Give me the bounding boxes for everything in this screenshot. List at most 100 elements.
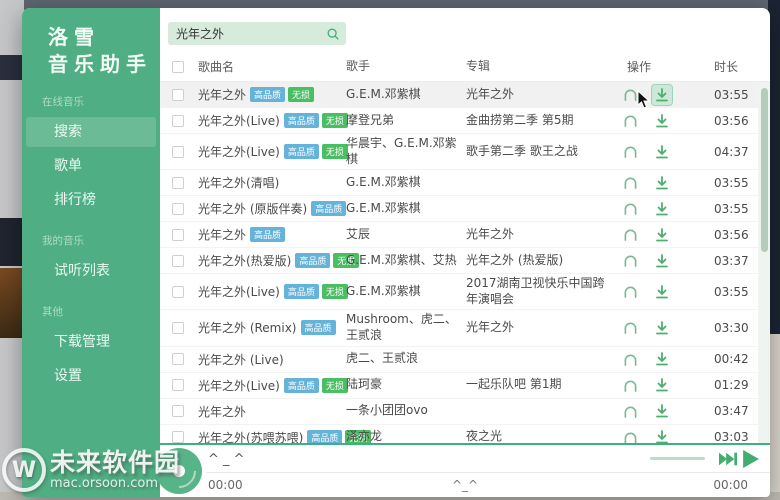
volume-slider[interactable] bbox=[650, 457, 705, 460]
row-checkbox[interactable] bbox=[172, 405, 184, 418]
table-header: 歌曲名 歌手 专辑 操作 时长 bbox=[160, 52, 770, 82]
table-row[interactable]: 光年之外 一条小团团ovo 03:47 bbox=[160, 399, 770, 425]
download-button[interactable] bbox=[651, 83, 673, 106]
table-row[interactable]: 光年之外(Live) 高品质 无损 华晨宇、G.E.M.邓紫棋 歌手第二季 歌王之… bbox=[160, 134, 770, 171]
listen-button[interactable] bbox=[620, 225, 640, 245]
row-checkbox[interactable] bbox=[172, 202, 184, 215]
artist-name: 虎二、王贰浪 bbox=[346, 351, 419, 366]
row-checkbox[interactable] bbox=[172, 145, 184, 158]
sidebar-item-playlists[interactable]: 歌单 bbox=[26, 151, 156, 181]
download-button[interactable] bbox=[652, 199, 672, 219]
listen-button[interactable] bbox=[620, 282, 640, 302]
duration: 03:37 bbox=[714, 253, 749, 268]
listen-button[interactable] bbox=[620, 142, 640, 162]
row-checkbox[interactable] bbox=[172, 228, 184, 241]
song-name: 光年之外(Live) bbox=[198, 114, 280, 128]
search-icon[interactable] bbox=[326, 27, 346, 41]
table-row[interactable]: 光年之外 高品质 艾辰 光年之外 03:56 bbox=[160, 222, 770, 249]
song-name: 光年之外(清唱) bbox=[198, 176, 280, 191]
listen-button[interactable] bbox=[620, 199, 640, 219]
row-checkbox[interactable] bbox=[172, 431, 184, 443]
download-button[interactable] bbox=[652, 225, 672, 245]
song-name: 光年之外(Live) bbox=[198, 285, 280, 300]
sidebar-item-download-manager[interactable]: 下载管理 bbox=[26, 327, 156, 357]
table-row[interactable]: 光年之外 (Remix) 高品质 Mushroom、虎二、王贰浪 光年之外 03… bbox=[160, 310, 770, 347]
row-checkbox[interactable] bbox=[172, 379, 184, 392]
select-all-checkbox[interactable] bbox=[172, 60, 184, 73]
row-checkbox[interactable] bbox=[172, 353, 184, 366]
listen-button[interactable] bbox=[620, 427, 640, 443]
artist-name: G.E.M.邓紫棋 bbox=[346, 200, 421, 215]
download-button[interactable] bbox=[652, 349, 672, 369]
desktop-fragment bbox=[0, 268, 24, 338]
artist-name: G.E.M.邓紫棋 bbox=[346, 86, 421, 101]
duration: 03:55 bbox=[714, 201, 749, 216]
listen-button[interactable] bbox=[620, 375, 640, 395]
row-checkbox[interactable] bbox=[172, 176, 184, 189]
scrollbar-track[interactable] bbox=[758, 82, 770, 443]
table-row[interactable]: 光年之外(Live) 高品质 无损 摩登兄弟 金曲捞第二季 第5期 03:56 bbox=[160, 108, 770, 134]
section-label-my-music: 我的音乐 bbox=[42, 235, 84, 247]
listen-button[interactable] bbox=[620, 401, 640, 421]
progress-bar[interactable] bbox=[206, 472, 770, 473]
duration: 03:56 bbox=[714, 113, 749, 128]
badge-hq: 高品质 bbox=[300, 320, 336, 336]
table-row[interactable]: 光年之外(清唱) G.E.M.邓紫棋 03:55 bbox=[160, 170, 770, 197]
row-checkbox[interactable] bbox=[172, 114, 184, 127]
sidebar-item-search[interactable]: 搜索 bbox=[26, 117, 156, 147]
artist-name: G.E.M.邓紫棋 bbox=[346, 283, 421, 298]
table-row[interactable]: 光年之外(Live) 高品质 无损 G.E.M.邓紫棋 2017湖南卫视快乐中国跨… bbox=[160, 274, 770, 311]
download-button[interactable] bbox=[652, 318, 672, 338]
album-name: 2017湖南卫视快乐中国跨年演唱会 bbox=[466, 276, 605, 306]
main-area: 歌曲名 歌手 专辑 操作 时长 光年之外 高品质无损 G.E.M.邓紫棋 光年之… bbox=[154, 8, 770, 497]
play-button[interactable] bbox=[741, 449, 761, 469]
section-label-other: 其他 bbox=[42, 306, 63, 318]
download-button[interactable] bbox=[652, 142, 672, 162]
desktop-fragment bbox=[0, 218, 24, 266]
album-name: 歌手第二季 歌王之战 bbox=[466, 143, 578, 158]
quality-badges: 高品质 无损 bbox=[250, 87, 315, 102]
badge-lossless: 无损 bbox=[288, 87, 315, 102]
total-time: 00:00 bbox=[713, 478, 748, 492]
listen-button[interactable] bbox=[620, 349, 640, 369]
row-checkbox[interactable] bbox=[172, 285, 184, 298]
row-checkbox[interactable] bbox=[172, 88, 184, 101]
duration: 03:55 bbox=[714, 175, 749, 190]
listen-button[interactable] bbox=[620, 173, 640, 193]
badge-hq: 高品质 bbox=[250, 87, 286, 102]
sidebar-item-settings[interactable]: 设置 bbox=[26, 361, 156, 391]
table-row[interactable]: 光年之外 高品质 无损 G.E.M.邓紫棋 光年之外 03:55 bbox=[160, 82, 770, 108]
song-name: 光年之外 bbox=[198, 88, 247, 102]
row-checkbox[interactable] bbox=[172, 254, 184, 267]
download-button[interactable] bbox=[652, 375, 672, 395]
top-bar bbox=[160, 8, 770, 52]
download-button[interactable] bbox=[652, 427, 672, 443]
sidebar-item-listen-list[interactable]: 试听列表 bbox=[26, 256, 156, 286]
download-button[interactable] bbox=[652, 111, 672, 131]
song-name: 光年之外(Live) bbox=[198, 378, 280, 393]
artist-name: 华晨宇、G.E.M.邓紫棋 bbox=[346, 136, 457, 166]
table-row[interactable]: 光年之外 (Live) 虎二、王贰浪 00:42 bbox=[160, 347, 770, 373]
next-track-button[interactable] bbox=[718, 449, 738, 469]
listen-button[interactable] bbox=[620, 85, 640, 105]
download-button[interactable] bbox=[652, 173, 672, 193]
listen-button[interactable] bbox=[620, 318, 640, 338]
scrollbar-thumb[interactable] bbox=[761, 88, 768, 252]
quality-badges: 高品质 无损 bbox=[283, 144, 348, 160]
section-label-online-music: 在线音乐 bbox=[42, 96, 84, 108]
sidebar-item-rankings[interactable]: 排行榜 bbox=[26, 185, 156, 215]
logo-line-1: 洛雪 bbox=[48, 25, 100, 49]
download-button[interactable] bbox=[652, 282, 672, 302]
listen-button[interactable] bbox=[620, 111, 640, 131]
table-row[interactable]: 光年之外 (原版伴奏) 高品质 G.E.M.邓紫棋 03:55 bbox=[160, 196, 770, 223]
download-button[interactable] bbox=[652, 251, 672, 271]
row-checkbox[interactable] bbox=[172, 321, 184, 334]
table-row[interactable]: 光年之外(Live) 高品质 无损 陆珂豪 一起乐队吧 第1期 01:29 bbox=[160, 373, 770, 399]
search-input[interactable] bbox=[168, 26, 326, 41]
download-button[interactable] bbox=[652, 401, 672, 421]
table-row[interactable]: 光年之外(热爱版) 高品质 无损 G.E.M.邓紫棋、艾热 光年之外 (热爱版) … bbox=[160, 248, 770, 275]
now-playing-title: ^ _ ^ bbox=[208, 452, 245, 467]
listen-button[interactable] bbox=[620, 251, 640, 271]
badge-hq: 高品质 bbox=[283, 377, 319, 393]
table-row[interactable]: 光年之外(苏喂苏喂) 高品质 无损 泽亦龙 夜之光 03:03 bbox=[160, 425, 770, 443]
